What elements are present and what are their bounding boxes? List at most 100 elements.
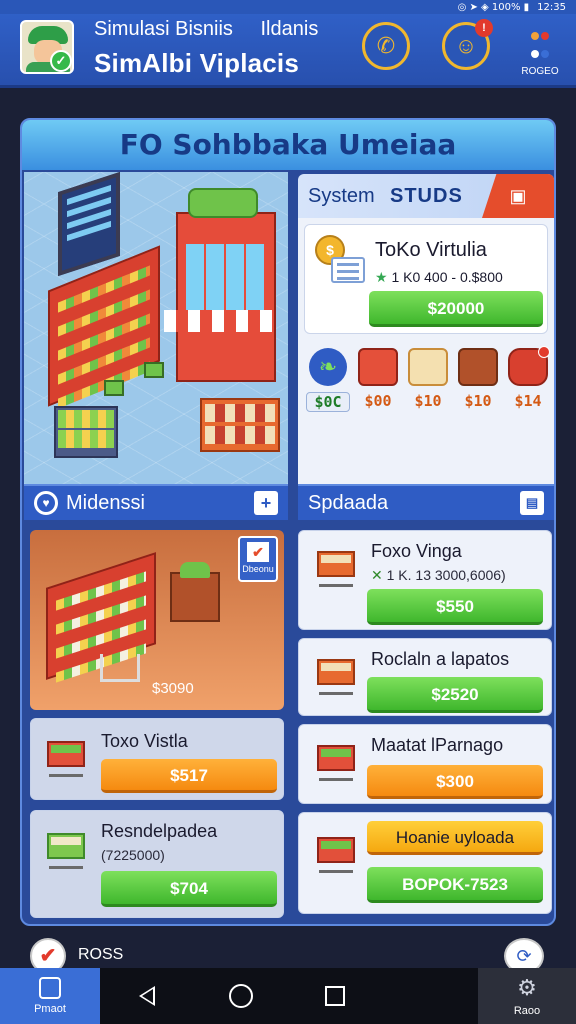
nav-home[interactable]: Pmaot [0, 968, 100, 1024]
section-right-label: Spdaada [308, 491, 389, 514]
profile-avatar[interactable]: ✓ [20, 20, 74, 74]
item-book[interactable]: $00 [356, 348, 400, 410]
virtual-store-card: $ ToKo Virtulia ★ 1 K0 400 - 0.$800 $200… [304, 224, 548, 334]
item-title: Foxo Vinga [371, 541, 462, 561]
menu-dots-icon [516, 26, 564, 62]
item-shop[interactable]: $10 [406, 348, 450, 410]
system-back-button[interactable] [100, 968, 194, 1024]
title-line1-extra: Ildanis [260, 18, 319, 40]
list-item[interactable]: Roclaln a lapatos $2520 [298, 638, 552, 716]
item-price: $0C [306, 392, 350, 412]
list-item[interactable]: Maatat lParnago $300 [298, 724, 552, 804]
cart-icon [311, 833, 361, 877]
discount-tag[interactable]: ✔ Dbeonu [238, 536, 278, 582]
system-panel-action[interactable]: ▣ [482, 174, 554, 218]
add-icon[interactable]: + [254, 491, 278, 515]
discount-tag-label: Dbeonu [242, 564, 274, 574]
item-subtitle: ✕ 1 K. 13 3000,6006) [371, 567, 506, 584]
crate-icon [311, 547, 361, 591]
notification-badge: ! [475, 19, 493, 37]
cart-icon [41, 829, 91, 873]
kiosk-sign [188, 188, 258, 218]
back-icon [139, 986, 155, 1006]
virtual-store-meta: ★ 1 K0 400 - 0.$800 [375, 269, 503, 286]
item-leaf[interactable]: ❧ $0C [306, 348, 350, 412]
item-price: $00 [364, 392, 392, 410]
roll-icon [508, 346, 550, 386]
system-home-button[interactable] [194, 968, 288, 1024]
item-price-button[interactable]: $2520 [367, 677, 543, 713]
section-left-label: Midenssi [66, 491, 145, 514]
scene-price: $3090 [152, 680, 194, 697]
store-scene-illustration[interactable] [24, 171, 288, 484]
virtual-store-buy-button[interactable]: $20000 [369, 291, 543, 327]
item-price: $10 [464, 392, 492, 410]
status-time: 12:35 [537, 1, 566, 13]
kiosk-awning [164, 310, 274, 332]
item-price-button[interactable]: $300 [367, 765, 543, 799]
item-price-button[interactable]: BOPOK-7523 [367, 867, 543, 903]
item-title: Toxo Vistla [101, 731, 188, 751]
main-title: FO Sohbbaka Umeiaa [22, 120, 554, 170]
cube-icon [144, 362, 164, 378]
discount-icon: ✔ [247, 542, 269, 562]
navigation-bar: Pmaot ⚙ Raoo [0, 968, 576, 1024]
system-recents-button[interactable] [288, 968, 382, 1024]
item-subtitle-text: 1 K. 13 3000,6006) [386, 567, 506, 583]
studs-label: STUDS [390, 184, 463, 207]
item-plant-box[interactable]: $10 [456, 348, 500, 410]
kiosk-window [186, 244, 266, 314]
section-bar-left[interactable]: ♥ Midenssi + [24, 484, 288, 520]
title-line1-main: Simulasi Bisniis [94, 18, 233, 40]
phone-icon: ✆ [376, 33, 396, 58]
menu-button[interactable]: ROGEO [516, 26, 564, 77]
virtual-store-meta-text: 1 K0 400 - 0.$800 [391, 269, 503, 285]
gear-icon: ⚙ [517, 975, 537, 1001]
upload-banner[interactable]: Hoanie uyloada [367, 821, 543, 855]
item-price: $10 [414, 392, 442, 410]
item-title: Roclaln a lapatos [371, 649, 510, 669]
kiosk-icon [164, 188, 276, 382]
virtual-store-name: ToKo Virtulia [375, 239, 487, 261]
item-price-button[interactable]: $517 [101, 759, 277, 793]
list-item[interactable]: Toxo Vistla $517 [30, 718, 284, 800]
star-icon: ★ [375, 269, 388, 285]
crate-icon [200, 398, 280, 452]
nav-settings[interactable]: ⚙ Raoo [478, 968, 576, 1024]
item-title: Maatat lParnago [371, 735, 504, 755]
list-item[interactable]: Resndelpadea (7225000) $704 [30, 810, 284, 918]
list-item[interactable]: Foxo Vinga ✕ 1 K. 13 3000,6006) $550 [298, 530, 552, 630]
section-bar-right[interactable]: Spdaada ▤ [298, 484, 554, 520]
item-roll[interactable]: $14 [506, 346, 550, 410]
cart-icon [311, 741, 361, 785]
system-panel-header: System STUDS ▣ [298, 174, 554, 218]
item-subtitle-prefix: ✕ [371, 567, 387, 583]
menu-label: ROGEO [521, 66, 559, 77]
book-icon [358, 348, 398, 386]
person-icon: ☺ [454, 33, 478, 58]
profile-button[interactable]: ☺ ! [442, 19, 493, 70]
item-subtitle: (7225000) [101, 847, 165, 863]
item-title: Resndelpadea [101, 821, 218, 841]
app-title-line1: Simulasi Bisniis Ildanis [94, 18, 318, 41]
crate-icon [311, 655, 361, 699]
cart-icon [100, 654, 140, 682]
status-indicators: ◎ ➤ ◈ 100% ▮ [457, 1, 530, 13]
store-aisle-illustration[interactable]: $3090 ✔ Dbeonu [30, 530, 284, 710]
plant-box-icon [458, 348, 498, 386]
list-item[interactable]: Hoanie uyloada BOPOK-7523 [298, 812, 552, 914]
shop-icon [408, 348, 448, 386]
item-price-button[interactable]: $704 [101, 871, 277, 907]
document-icon [331, 257, 365, 283]
cart-icon [41, 737, 91, 781]
phone-button[interactable]: ✆ [362, 22, 410, 70]
bottom-left-label: ROSS [78, 946, 124, 963]
cube-icon [104, 380, 124, 396]
nav-settings-label: Raoo [513, 1004, 541, 1017]
recents-icon [325, 986, 345, 1006]
camera-icon: ▣ [509, 185, 527, 206]
item-price-button[interactable]: $550 [367, 589, 543, 625]
main-panel: FO Sohbbaka Umeiaa System STUDS ▣ $ ToKo… [20, 118, 556, 926]
page-icon[interactable]: ▤ [520, 491, 544, 515]
system-label: System [308, 184, 375, 207]
